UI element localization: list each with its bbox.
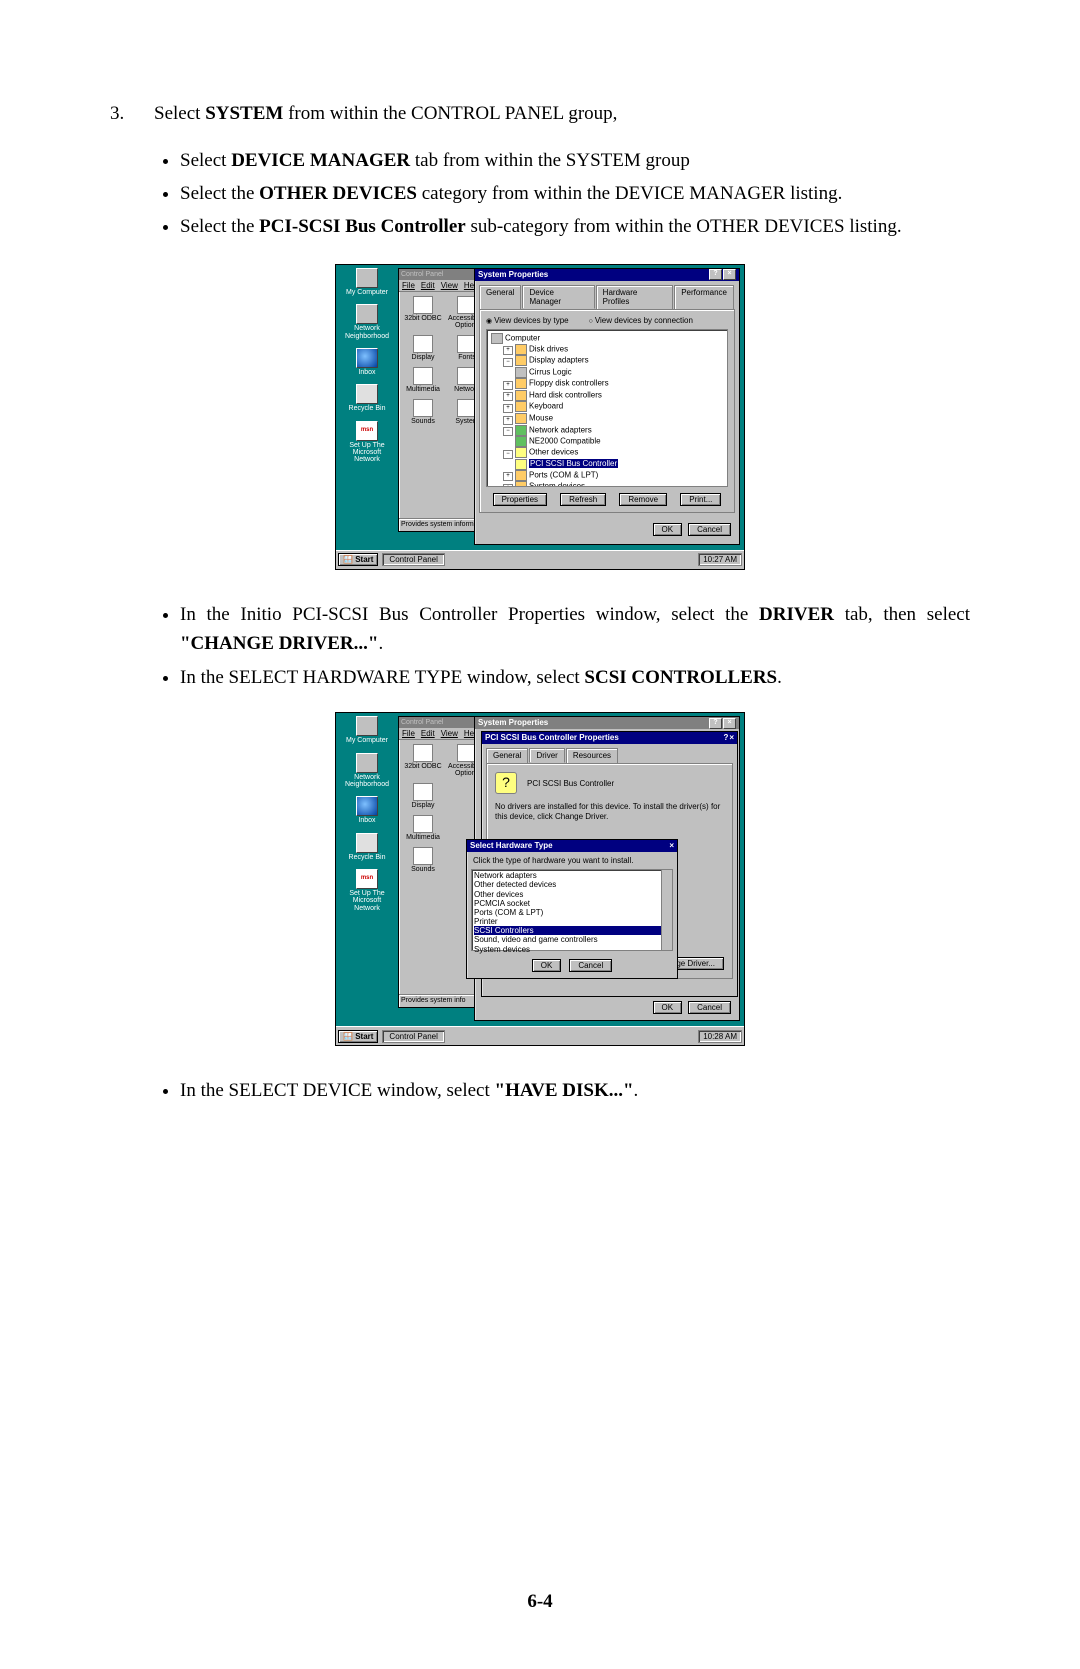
desktop-icon: msnSet Up The Microsoft Network [341, 421, 393, 464]
remove-button: Remove [619, 493, 667, 506]
cp-icon: Display [401, 783, 445, 809]
bullet: Select the OTHER DEVICES category from w… [180, 179, 970, 208]
taskbar-item: Control Panel [382, 1030, 444, 1043]
tab-body: View devices by type View devices by con… [479, 309, 735, 513]
titlebar-inactive: System Properties?× [475, 717, 739, 729]
refresh-button: Refresh [560, 493, 606, 506]
desktop-icon: msnSet Up The Microsoft Network [341, 869, 393, 912]
taskbar: 🪟 Start Control Panel 10:28 AM [336, 1026, 744, 1045]
cp-icon: Sounds [401, 847, 445, 873]
ok-button: OK [653, 523, 683, 536]
device-name: PCI SCSI Bus Controller [527, 779, 614, 788]
tab-general: General [479, 285, 521, 309]
help-icon: ? [709, 269, 722, 280]
titlebar: System Properties ?× [475, 269, 739, 281]
close-icon: × [669, 840, 674, 852]
cp-icon: Sounds [401, 399, 445, 425]
step-3: 3. Select SYSTEM from within the CONTROL… [110, 100, 970, 128]
cp-icon: Display [401, 335, 445, 361]
desktop-icon: Network Neighborhood [341, 753, 393, 789]
desktop-icon: Network Neighborhood [341, 304, 393, 340]
clock: 10:28 AM [698, 1030, 742, 1043]
desktop-icons: My Computer Network Neighborhood Inbox R… [341, 716, 393, 920]
system-properties-dialog: System Properties ?× General Device Mana… [474, 268, 740, 545]
radio-by-type: View devices by type [486, 316, 569, 325]
radio-by-connection: View devices by connection [589, 316, 693, 325]
select-hardware-type-dialog: Select Hardware Type × Click the type of… [466, 839, 678, 979]
clock: 10:27 AM [698, 553, 742, 566]
tab-resources: Resources [566, 748, 618, 763]
tab-general: General [486, 748, 528, 763]
desktop-icon: Inbox [341, 348, 393, 376]
bullets-2: In the Initio PCI-SCSI Bus Controller Pr… [110, 600, 970, 692]
print-button: Print... [680, 493, 721, 506]
taskbar-item: Control Panel [382, 553, 444, 566]
close-icon: × [723, 269, 736, 280]
screenshot-1: My Computer Network Neighborhood Inbox R… [335, 264, 745, 570]
start-button: 🪟 Start [338, 553, 378, 566]
bullet: In the Initio PCI-SCSI Bus Controller Pr… [180, 600, 970, 659]
page: 3. Select SYSTEM from within the CONTROL… [0, 0, 1080, 1669]
ok-button: OK [532, 959, 562, 972]
close-icon: × [729, 732, 734, 744]
tab-device-manager: Device Manager [522, 285, 594, 309]
tabs: General Device Manager Hardware Profiles… [479, 285, 735, 309]
screenshot-2: My Computer Network Neighborhood Inbox R… [335, 712, 745, 1046]
desktop-icon: Inbox [341, 796, 393, 824]
ok-button: OK [653, 1001, 683, 1014]
device-tree: Computer+Disk drives−Display adaptersCir… [486, 329, 728, 487]
cp-icon: Multimedia [401, 367, 445, 393]
cp-icon: 32bit ODBC [401, 744, 445, 777]
bullet: In the SELECT DEVICE window, select "HAV… [180, 1076, 970, 1105]
prompt: Click the type of hardware you want to i… [467, 852, 677, 865]
bullet: In the SELECT HARDWARE TYPE window, sele… [180, 663, 970, 692]
desktop-icon: Recycle Bin [341, 833, 393, 861]
desktop-icon: Recycle Bin [341, 384, 393, 412]
tab-hardware-profiles: Hardware Profiles [596, 285, 674, 309]
properties-button: Properties [493, 493, 547, 506]
step-number: 3. [110, 100, 154, 128]
page-number: 6-4 [0, 1591, 1080, 1613]
cancel-button: Cancel [688, 1001, 731, 1014]
hardware-type-list: Network adaptersOther detected devicesOt… [471, 869, 673, 951]
bullet: Select DEVICE MANAGER tab from within th… [180, 146, 970, 175]
cancel-button: Cancel [688, 523, 731, 536]
step-text: Select SYSTEM from within the CONTROL PA… [154, 100, 970, 128]
tab-performance: Performance [674, 285, 734, 309]
desktop-icon: My Computer [341, 268, 393, 296]
cp-icon: 32bit ODBC [401, 296, 445, 329]
tabs: General Driver Resources [486, 748, 733, 763]
bullets-1: Select DEVICE MANAGER tab from within th… [110, 146, 970, 242]
bullet: Select the PCI-SCSI Bus Controller sub-c… [180, 212, 970, 241]
cancel-button: Cancel [569, 959, 612, 972]
desktop-icons: My Computer Network Neighborhood Inbox R… [341, 268, 393, 472]
tab-driver: Driver [529, 748, 564, 763]
help-icon: ? [723, 732, 728, 744]
desktop-icon: My Computer [341, 716, 393, 744]
driver-message: No drivers are installed for this device… [495, 802, 724, 821]
question-icon: ? [495, 772, 517, 794]
titlebar: Select Hardware Type × [467, 840, 677, 852]
taskbar: 🪟 Start Control Panel 10:27 AM [336, 550, 744, 569]
bullets-3: In the SELECT DEVICE window, select "HAV… [110, 1076, 970, 1105]
cp-icon: Multimedia [401, 815, 445, 841]
start-button: 🪟 Start [338, 1030, 378, 1043]
titlebar: PCI SCSI Bus Controller Properties ?× [482, 732, 737, 744]
